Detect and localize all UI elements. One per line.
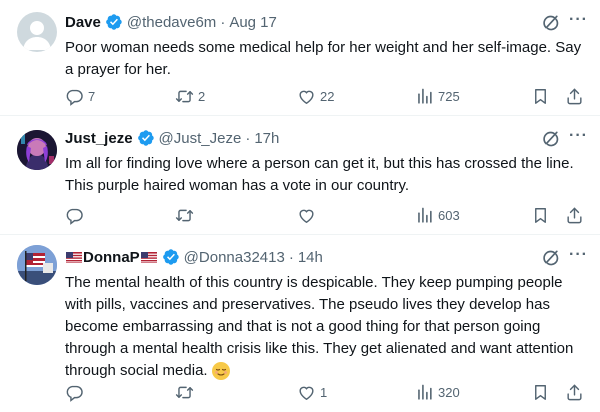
view-count: 320 [438,384,460,400]
tweet[interactable]: Just_jeze @Just_Jeze · 17h ··· Im all fo… [0,116,600,235]
like-count: 1 [320,384,328,400]
relieved-face-emoji [211,362,230,381]
separator: · [245,129,251,147]
user-handle[interactable]: @thedave6m [127,14,216,31]
verified-badge-icon [162,248,180,266]
more-icon[interactable]: ··· [569,128,588,148]
reply-icon [65,87,84,106]
view-count: 603 [438,207,460,223]
grok-icon[interactable] [541,248,561,268]
bookmark-button[interactable] [531,383,550,402]
display-name[interactable]: DonnaP [83,249,140,266]
share-icon [565,383,584,402]
like-icon [297,383,316,402]
views-button[interactable]: 320 [415,383,460,402]
timestamp[interactable]: 17h [254,130,279,147]
timestamp[interactable]: Aug 17 [229,14,277,31]
share-icon [565,206,584,225]
retweet-button[interactable] [175,383,198,402]
us-flag-icon [141,252,157,263]
share-button[interactable] [565,206,584,225]
avatar-image [17,130,57,170]
bookmark-icon [531,383,550,402]
separator: · [220,13,226,31]
bookmark-icon [531,206,550,225]
more-icon[interactable]: ··· [569,12,588,32]
tweet[interactable]: Dave @thedave6m · Aug 17 ··· Poor woman … [0,0,600,116]
views-icon [415,87,434,106]
like-button[interactable] [297,206,320,225]
like-icon [297,206,316,225]
retweet-icon [175,206,194,225]
reply-button[interactable] [65,206,88,225]
user-handle[interactable]: @Donna32413 [184,249,285,266]
avatar-image [17,245,57,285]
reply-count: 7 [88,88,96,104]
views-icon [415,206,434,225]
separator: · [288,248,294,266]
tweet-text-body: The mental health of this country is des… [65,274,574,379]
retweet-count: 2 [198,88,206,104]
like-count: 22 [320,88,335,104]
reply-button[interactable] [65,383,88,402]
grok-icon[interactable] [541,129,561,149]
more-icon[interactable]: ··· [569,247,588,267]
views-icon [415,383,434,402]
like-button[interactable]: 22 [297,87,334,106]
reply-icon [65,383,84,402]
tweet[interactable]: DonnaP @Donna32413 · 14h ··· The mental … [0,235,600,412]
default-avatar-icon [23,21,51,50]
avatar[interactable] [17,130,57,170]
reply-button[interactable]: 7 [65,87,95,106]
us-flag-icon [66,252,82,263]
display-name[interactable]: Just_jeze [65,130,133,147]
views-button[interactable]: 725 [415,87,460,106]
user-handle[interactable]: @Just_Jeze [159,130,242,147]
avatar[interactable] [17,12,57,52]
verified-badge-icon [137,129,155,147]
retweet-icon [175,87,194,106]
like-button[interactable]: 1 [297,383,327,402]
retweet-button[interactable]: 2 [175,87,205,106]
tweet-text: The mental health of this country is des… [65,272,588,382]
display-name[interactable]: Dave [65,14,101,31]
reply-icon [65,206,84,225]
share-button[interactable] [565,383,584,402]
verified-badge-icon [105,13,123,31]
like-icon [297,87,316,106]
bookmark-icon [531,87,550,106]
views-button[interactable]: 603 [415,206,460,225]
share-button[interactable] [565,87,584,106]
retweet-icon [175,383,194,402]
view-count: 725 [438,88,460,104]
bookmark-button[interactable] [531,206,550,225]
bookmark-button[interactable] [531,87,550,106]
grok-icon[interactable] [541,13,561,33]
retweet-button[interactable] [175,206,198,225]
timestamp[interactable]: 14h [298,249,323,266]
share-icon [565,87,584,106]
tweet-text: Im all for finding love where a person c… [65,155,574,194]
avatar[interactable] [17,245,57,285]
tweet-text: Poor woman needs some medical help for h… [65,39,582,78]
